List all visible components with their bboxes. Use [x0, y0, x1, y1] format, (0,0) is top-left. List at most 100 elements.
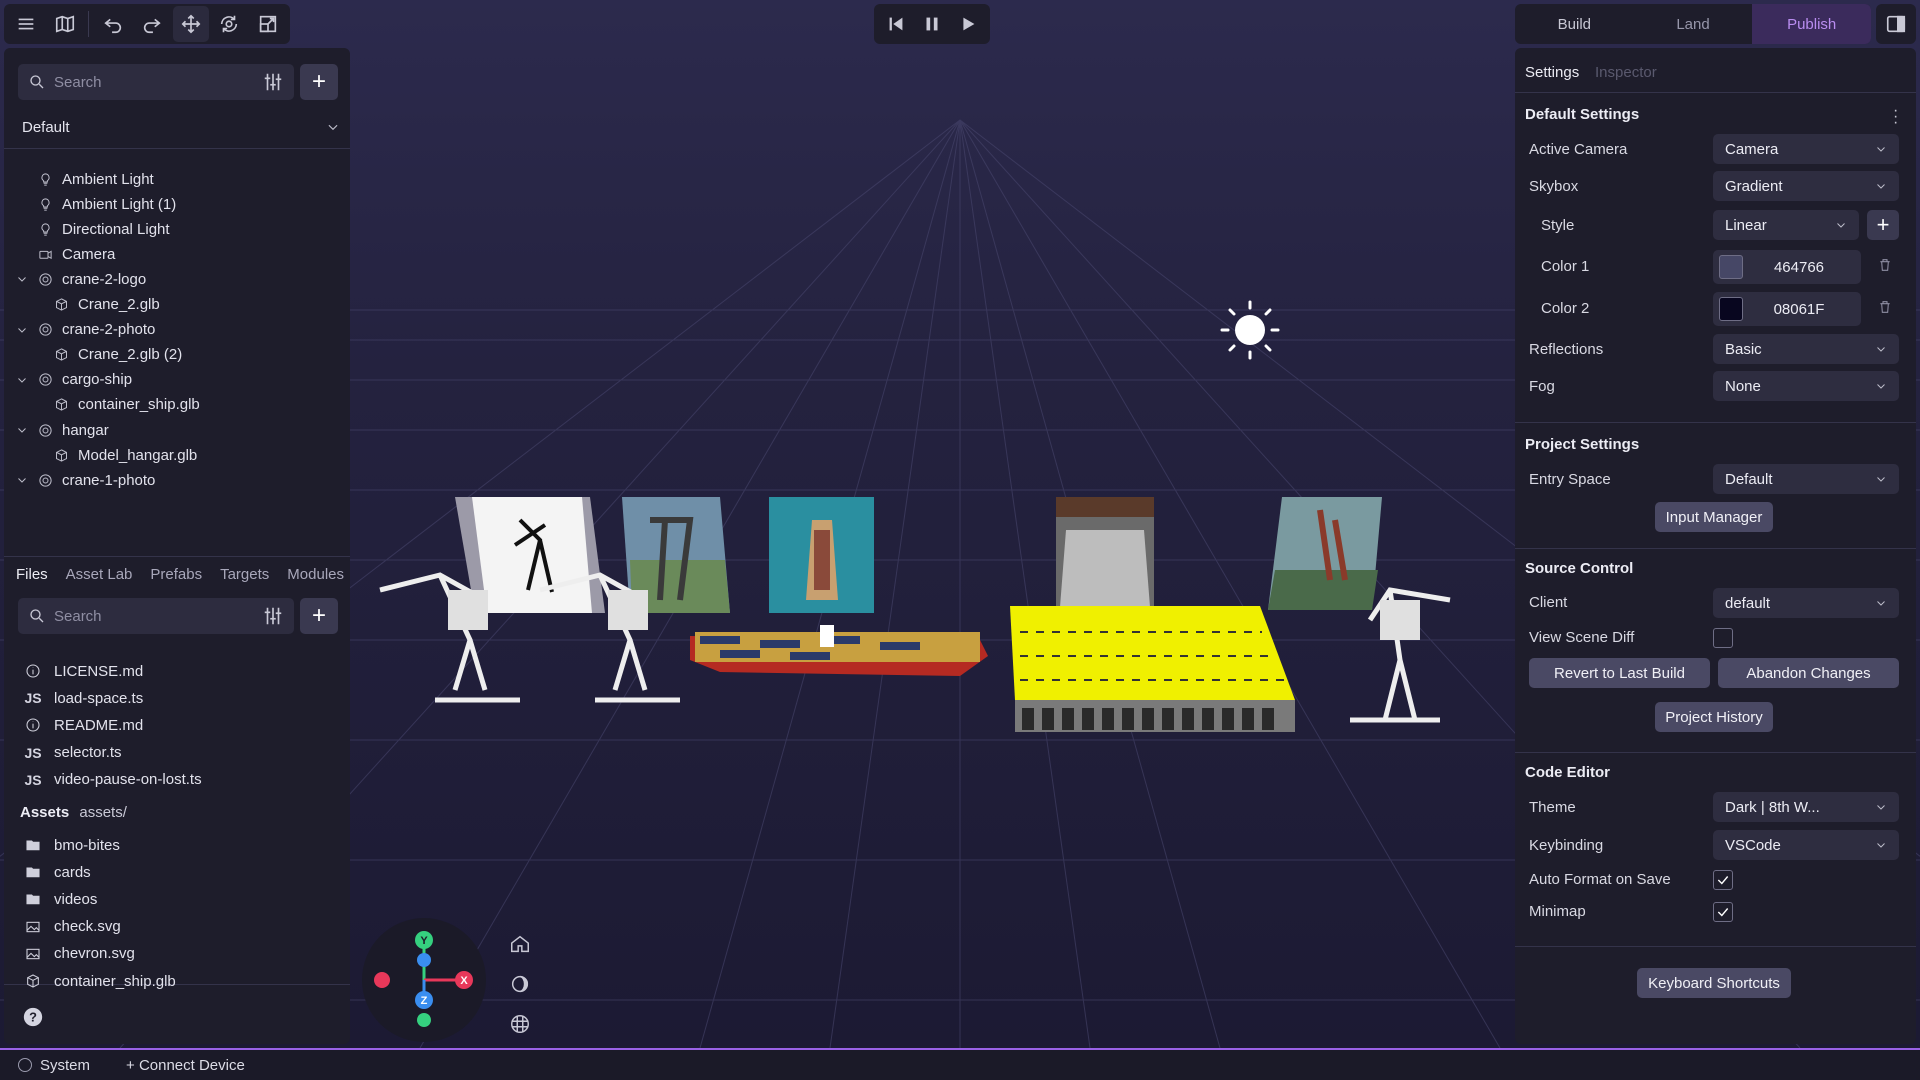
asset-item[interactable]: cards	[22, 859, 91, 885]
hierarchy-item-label: Crane_2.glb	[78, 296, 160, 313]
panel-toggle-button[interactable]	[1876, 4, 1916, 44]
cube-icon	[22, 973, 44, 989]
chevron-down-icon	[328, 124, 338, 131]
file-item[interactable]: JS video-pause-on-lost.ts	[22, 767, 202, 793]
skip-back-icon[interactable]	[878, 6, 914, 42]
file-item[interactable]: LICENSE.md	[22, 658, 143, 684]
file-item[interactable]: JS load-space.ts	[22, 685, 143, 711]
redo-icon[interactable]	[134, 6, 170, 42]
tab-targets[interactable]: Targets	[220, 566, 269, 583]
tab-publish[interactable]: Publish	[1752, 4, 1871, 44]
play-icon[interactable]	[950, 6, 986, 42]
asset-item[interactable]: videos	[22, 886, 97, 912]
theme-value: Dark | 8th W...	[1725, 798, 1820, 816]
asset-item[interactable]: container_ship.glb	[22, 968, 176, 994]
reflections-select[interactable]: Basic	[1713, 334, 1899, 364]
chevron-down-icon[interactable]	[16, 474, 32, 486]
hierarchy-item-crane-1-photo[interactable]: crane-1-photo	[16, 465, 155, 495]
chevron-down-icon[interactable]	[16, 273, 32, 285]
tab-build[interactable]: Build	[1515, 4, 1634, 44]
tab-asset-lab[interactable]: Asset Lab	[66, 566, 133, 583]
pause-icon[interactable]	[914, 6, 950, 42]
cube-icon	[52, 296, 70, 314]
auto-format-checkbox[interactable]	[1713, 870, 1733, 890]
color1-field[interactable]: 464766	[1713, 250, 1861, 284]
tab-prefabs[interactable]: Prefabs	[150, 566, 202, 583]
grid-toggle-icon[interactable]	[509, 1013, 531, 1039]
add-object-button[interactable]: +	[300, 64, 338, 100]
minimap-checkbox[interactable]	[1713, 902, 1733, 922]
trash-icon[interactable]	[1877, 299, 1897, 319]
project-history-button[interactable]: Project History	[1655, 702, 1773, 732]
color2-swatch[interactable]	[1719, 297, 1743, 321]
asset-item[interactable]: chevron.svg	[22, 941, 135, 967]
files-search-input[interactable]: Search	[54, 608, 262, 625]
color2-field[interactable]: 08061F	[1713, 292, 1861, 326]
tab-settings[interactable]: Settings	[1525, 64, 1579, 81]
skybox-select[interactable]: Gradient	[1713, 171, 1899, 201]
chevron-down-icon	[1877, 477, 1885, 482]
hierarchy-search-input[interactable]: Search	[54, 74, 262, 91]
files-tabs: Files Asset Lab Prefabs Targets Modules	[16, 566, 344, 583]
filter-icon[interactable]	[262, 605, 284, 627]
asset-item[interactable]: bmo-bites	[22, 832, 120, 858]
keybinding-select[interactable]: VSCode	[1713, 830, 1899, 860]
add-file-button[interactable]: +	[300, 598, 338, 634]
color2-value[interactable]: 08061F	[1743, 301, 1855, 318]
input-manager-button[interactable]: Input Manager	[1655, 502, 1773, 532]
menu-icon[interactable]	[8, 6, 44, 42]
code-editor-heading: Code Editor	[1525, 764, 1610, 781]
add-color-stop-button[interactable]: +	[1867, 210, 1899, 240]
map-icon[interactable]	[47, 6, 83, 42]
files-search[interactable]: Search	[18, 598, 294, 634]
file-name: video-pause-on-lost.ts	[54, 771, 202, 789]
space-selector[interactable]: Default	[22, 112, 340, 142]
revert-to-last-build-button[interactable]: Revert to Last Build	[1529, 658, 1710, 688]
more-options-icon[interactable]: · · ·	[1893, 103, 1898, 131]
orientation-gizmo[interactable]: Y X Z	[362, 918, 486, 1042]
status-circle-icon	[18, 1058, 32, 1072]
check-icon	[1717, 876, 1729, 885]
color1-value[interactable]: 464766	[1743, 259, 1855, 276]
chevron-down-icon[interactable]	[16, 424, 32, 436]
connect-device-button[interactable]: + Connect Device	[126, 1057, 245, 1074]
default-settings-heading: Default Settings	[1525, 106, 1640, 123]
shading-icon[interactable]	[509, 973, 531, 999]
tab-inspector[interactable]: Inspector	[1595, 64, 1657, 81]
home-icon[interactable]	[509, 933, 531, 959]
asset-item[interactable]: check.svg	[22, 914, 121, 940]
system-status[interactable]: System	[18, 1057, 90, 1074]
keyboard-shortcuts-button[interactable]: Keyboard Shortcuts	[1637, 968, 1791, 998]
file-item[interactable]: JS selector.ts	[22, 740, 121, 766]
keybinding-label: Keybinding	[1529, 837, 1604, 854]
undo-icon[interactable]	[95, 6, 131, 42]
trash-icon[interactable]	[1877, 257, 1897, 277]
abandon-changes-button[interactable]: Abandon Changes	[1718, 658, 1899, 688]
search-icon	[30, 75, 44, 89]
help-icon[interactable]: ?	[22, 1006, 44, 1032]
view-scene-diff-checkbox[interactable]	[1713, 628, 1733, 648]
file-item[interactable]: README.md	[22, 712, 143, 738]
client-select[interactable]: default	[1713, 588, 1899, 618]
entry-space-select[interactable]: Default	[1713, 464, 1899, 494]
filter-icon[interactable]	[262, 71, 284, 93]
style-select[interactable]: Linear	[1713, 210, 1859, 240]
move-icon[interactable]	[172, 6, 209, 42]
files-divider	[4, 556, 350, 557]
hierarchy-search[interactable]: Search	[18, 64, 294, 100]
active-camera-select[interactable]: Camera	[1713, 134, 1899, 164]
tab-land[interactable]: Land	[1634, 4, 1753, 44]
orbit-icon[interactable]	[212, 6, 248, 42]
hierarchy-item-label: Ambient Light	[62, 170, 154, 188]
chevron-down-icon[interactable]	[16, 324, 32, 336]
theme-select[interactable]: Dark | 8th W...	[1713, 792, 1899, 822]
chevron-down-icon	[1877, 347, 1885, 352]
tab-modules[interactable]: Modules	[287, 566, 344, 583]
fog-select[interactable]: None	[1713, 371, 1899, 401]
tab-files[interactable]: Files	[16, 566, 48, 583]
color1-swatch[interactable]	[1719, 255, 1743, 279]
mode-tabs: Build Land Publish	[1515, 4, 1871, 44]
scale-icon[interactable]	[250, 6, 286, 42]
fog-label: Fog	[1529, 378, 1555, 395]
chevron-down-icon[interactable]	[16, 374, 32, 386]
